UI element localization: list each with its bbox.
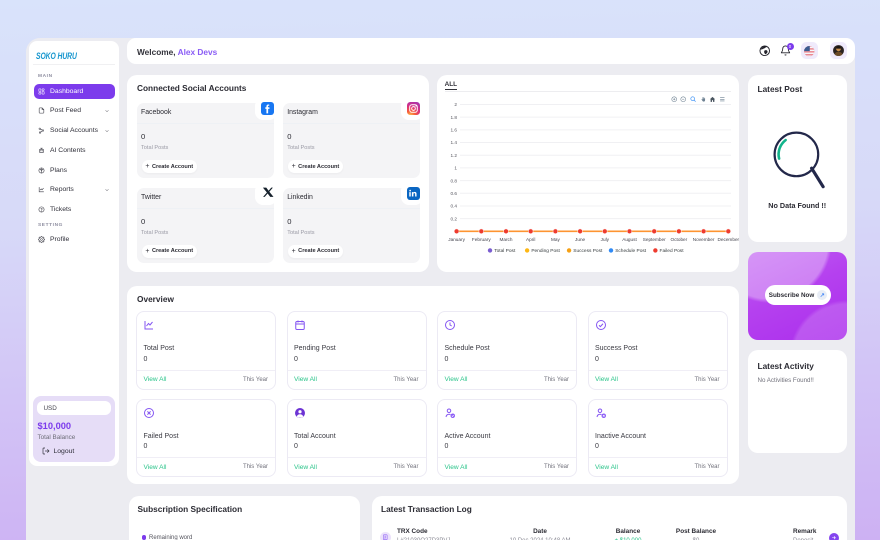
svg-text:0.6: 0.6: [450, 191, 457, 196]
svg-text:Success Post: Success Post: [573, 248, 603, 254]
svg-text:Schedule Post: Schedule Post: [615, 248, 647, 254]
svg-text:September: September: [643, 237, 666, 242]
svg-text:August: August: [622, 237, 637, 242]
svg-text:October: October: [671, 237, 688, 242]
svg-text:2: 2: [454, 102, 457, 107]
svg-text:1.4: 1.4: [450, 140, 457, 145]
svg-text:1.6: 1.6: [450, 128, 457, 133]
svg-text:Pending Post: Pending Post: [531, 248, 560, 254]
svg-text:Failed Post: Failed Post: [660, 248, 685, 254]
svg-text:0.4: 0.4: [450, 204, 457, 209]
svg-text:1: 1: [454, 166, 457, 171]
svg-text:May: May: [551, 237, 561, 242]
svg-text:0.2: 0.2: [450, 216, 457, 221]
svg-text:Total Post: Total Post: [494, 248, 516, 254]
svg-text:January: January: [448, 237, 465, 242]
svg-text:0.8: 0.8: [450, 178, 457, 183]
svg-text:1.2: 1.2: [450, 153, 457, 158]
svg-text:November: November: [693, 237, 715, 242]
svg-text:1.8: 1.8: [450, 115, 457, 120]
svg-text:April: April: [526, 237, 535, 242]
svg-text:June: June: [575, 237, 586, 242]
svg-text:February: February: [472, 237, 491, 242]
svg-text:July: July: [601, 237, 610, 242]
svg-text:March: March: [499, 237, 512, 242]
svg-text:December: December: [717, 237, 739, 242]
